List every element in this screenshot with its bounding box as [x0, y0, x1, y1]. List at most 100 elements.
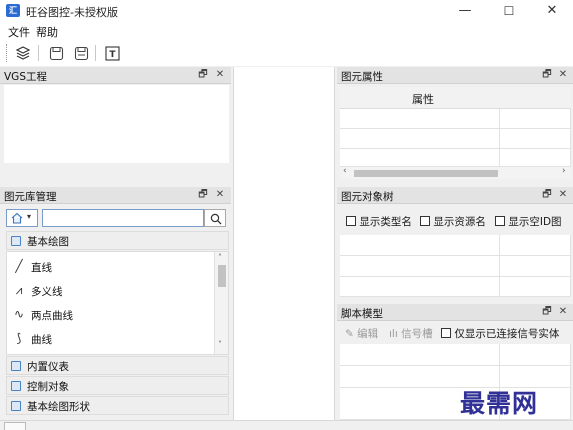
- panel-title: 脚本模型: [341, 308, 383, 320]
- category-label: 控制对象: [27, 381, 69, 393]
- float-pane-icon[interactable]: 🗗: [541, 188, 553, 202]
- edit-label: 编辑: [357, 328, 379, 340]
- tree-option-resource-name[interactable]: 显示资源名: [420, 214, 486, 229]
- property-value-cell[interactable]: [500, 129, 571, 149]
- tree-cell[interactable]: [500, 256, 571, 277]
- menu-help[interactable]: 帮助: [36, 24, 58, 40]
- category-icon: [11, 401, 21, 411]
- list-scrollbar[interactable]: ˄ ˅: [214, 252, 228, 354]
- signal-slot-button[interactable]: ılı 信号槽: [389, 326, 433, 341]
- save-icon[interactable]: [46, 43, 66, 63]
- search-button[interactable]: [204, 209, 226, 227]
- float-pane-icon[interactable]: 🗗: [541, 305, 553, 319]
- element-list: ╱ 直线 ⩘ 多义线 ∿ 两点曲线 ⟆ 曲线 ˄ ˅: [6, 251, 229, 355]
- script-cell[interactable]: [340, 344, 500, 366]
- scrollbar-thumb[interactable]: [218, 265, 226, 287]
- polyline-icon: ⩘: [15, 283, 23, 297]
- properties-header: 属性: [340, 87, 571, 109]
- float-pane-icon[interactable]: 🗗: [197, 188, 209, 202]
- property-name-cell[interactable]: [340, 129, 500, 149]
- vgs-project-panel: VGS工程 🗗 ✕: [0, 67, 231, 167]
- layers-icon[interactable]: [13, 43, 33, 63]
- project-tree-view[interactable]: [4, 85, 229, 163]
- library-search-input[interactable]: [42, 209, 204, 227]
- tree-cell[interactable]: [500, 235, 571, 256]
- checkbox-label: 显示资源名: [433, 216, 486, 228]
- property-name-cell[interactable]: [340, 109, 500, 129]
- bezier-icon: ⟆: [16, 331, 22, 345]
- drawing-canvas[interactable]: [233, 67, 335, 420]
- tree-option-empty-id[interactable]: 显示空ID图: [495, 214, 562, 229]
- scroll-down-icon[interactable]: ˅: [218, 340, 222, 349]
- category-label: 基本绘图形状: [27, 401, 90, 413]
- tree-cell[interactable]: [340, 277, 500, 297]
- pencil-icon: ✎: [345, 328, 354, 340]
- property-name-cell[interactable]: [340, 149, 500, 167]
- status-tab[interactable]: [4, 422, 26, 430]
- float-pane-icon[interactable]: 🗗: [197, 68, 209, 82]
- close-pane-icon[interactable]: ✕: [214, 68, 226, 82]
- menu-bar: 文件 帮助: [0, 22, 573, 40]
- checkbox-label: 显示空ID图: [508, 216, 562, 228]
- category-control-objects[interactable]: 控制对象: [6, 376, 229, 395]
- properties-grid: 属性 ‹ ›: [340, 87, 571, 179]
- scroll-right-icon[interactable]: ›: [562, 166, 566, 176]
- home-icon: [11, 212, 23, 224]
- properties-scrollbar[interactable]: ‹ ›: [340, 166, 571, 179]
- close-pane-icon[interactable]: ✕: [557, 305, 569, 319]
- scroll-up-icon[interactable]: ˄: [218, 253, 222, 262]
- tree-cell[interactable]: [500, 277, 571, 297]
- scrollbar-thumb[interactable]: [354, 170, 498, 177]
- menu-file[interactable]: 文件: [8, 24, 30, 40]
- maximize-button[interactable]: ☐: [488, 0, 530, 22]
- close-pane-icon[interactable]: ✕: [214, 188, 226, 202]
- property-value-cell[interactable]: [500, 149, 571, 167]
- scroll-left-icon[interactable]: ‹: [343, 166, 347, 176]
- search-icon: [210, 213, 222, 225]
- list-item-label: 两点曲线: [31, 310, 73, 322]
- properties-column-header: 属性: [412, 93, 434, 106]
- checkbox[interactable]: [441, 328, 451, 338]
- toolbar-separator: [38, 45, 39, 61]
- close-window-button[interactable]: ✕: [531, 0, 573, 22]
- minimize-button[interactable]: —: [444, 0, 486, 22]
- checkbox[interactable]: [420, 216, 430, 226]
- category-icon: [11, 361, 21, 371]
- toolbar-grip[interactable]: [6, 44, 8, 62]
- list-item-polyline[interactable]: ⩘ 多义线: [7, 279, 214, 303]
- script-cell[interactable]: [500, 344, 571, 366]
- float-pane-icon[interactable]: 🗗: [541, 68, 553, 82]
- connected-only-option[interactable]: 仅显示已连接信号实体: [441, 326, 559, 341]
- checkbox[interactable]: [495, 216, 505, 226]
- checkbox-label: 仅显示已连接信号实体: [454, 328, 560, 340]
- tree-cell[interactable]: [340, 235, 500, 256]
- panel-title: 图元库管理: [4, 191, 57, 203]
- tree-cell[interactable]: [340, 256, 500, 277]
- category-builtin-meters[interactable]: 内置仪表: [6, 356, 229, 375]
- close-pane-icon[interactable]: ✕: [557, 68, 569, 82]
- tree-option-type-name[interactable]: 显示类型名: [346, 214, 412, 229]
- category-icon: [11, 381, 21, 391]
- element-properties-panel: 图元属性 🗗 ✕ 属性 ‹ ›: [337, 67, 573, 182]
- list-item-label: 曲线: [31, 334, 52, 346]
- panel-header: VGS工程 🗗 ✕: [0, 67, 231, 84]
- checkbox[interactable]: [346, 216, 356, 226]
- category-label: 基本绘图: [27, 236, 69, 248]
- property-value-cell[interactable]: [500, 109, 571, 129]
- signal-icon: ılı: [389, 328, 398, 340]
- category-basic-drawing[interactable]: 基本绘图: [6, 231, 229, 250]
- edit-button[interactable]: ✎ 编辑: [345, 326, 378, 341]
- list-item-line[interactable]: ╱ 直线: [7, 255, 214, 279]
- close-pane-icon[interactable]: ✕: [557, 188, 569, 202]
- checkbox-label: 显示类型名: [359, 216, 412, 228]
- curve-icon: ∿: [13, 307, 25, 321]
- text-tool-icon[interactable]: T: [102, 43, 122, 63]
- list-item-two-point-curve[interactable]: ∿ 两点曲线: [7, 303, 214, 327]
- save-as-icon[interactable]: [71, 43, 91, 63]
- list-item-curve[interactable]: ⟆ 曲线: [7, 327, 214, 351]
- list-item-label: 多义线: [31, 286, 63, 298]
- panel-title: VGS工程: [4, 71, 47, 83]
- home-dropdown-button[interactable]: ▾: [6, 209, 38, 227]
- category-basic-shapes[interactable]: 基本绘图形状: [6, 396, 229, 415]
- category-icon: [11, 236, 21, 246]
